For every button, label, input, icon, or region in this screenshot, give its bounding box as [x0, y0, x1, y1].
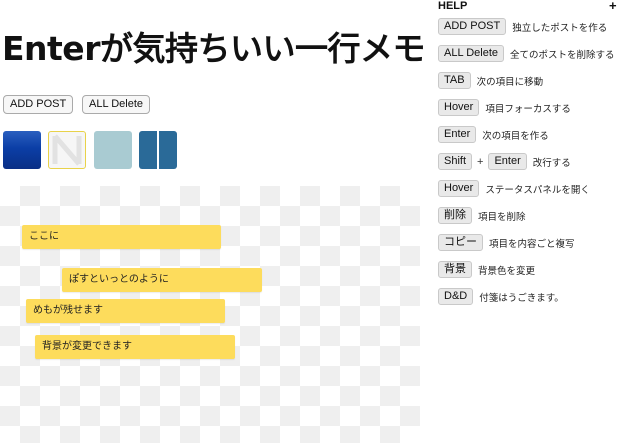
help-key: Enter — [438, 126, 477, 143]
help-desc: 付箋はうごきます。 — [479, 292, 564, 304]
help-key: コピー — [438, 234, 483, 251]
help-row: TAB 次の項目に移動 — [438, 70, 544, 89]
help-row: 削除 項目を削除 — [438, 205, 526, 224]
help-desc: 全てのポストを削除する — [510, 49, 615, 61]
background-swatch-transparent[interactable] — [48, 131, 86, 169]
sticky-note[interactable]: 背景が変更できます — [35, 335, 235, 359]
help-row: Hover 項目フォーカスする — [438, 97, 571, 116]
diagonal-stripes-icon — [52, 134, 82, 166]
help-desc: ステータスパネルを開く — [485, 184, 590, 196]
help-key: Hover — [438, 180, 480, 197]
help-key: Hover — [438, 99, 480, 116]
help-key: ALL Delete — [438, 45, 505, 62]
sticky-note[interactable]: めもが残せます — [26, 299, 225, 323]
help-title: HELP — [438, 0, 468, 12]
help-desc: 次の項目に移動 — [476, 76, 544, 88]
help-desc: 項目を削除 — [478, 211, 526, 223]
help-row: コピー 項目を内容ごと複写 — [438, 232, 575, 251]
background-swatch-light-blue[interactable] — [94, 131, 132, 169]
help-row: 背景 背景色を変更 — [438, 259, 536, 278]
help-key: D&D — [438, 288, 474, 305]
background-swatch-dark-blue[interactable] — [139, 131, 177, 169]
page-title: Enterが気持ちいい一行メモ — [2, 29, 425, 68]
help-desc: 項目を内容ごと複写 — [489, 238, 575, 250]
sticky-note[interactable]: ぽすといっとのように — [62, 268, 262, 292]
help-key: Enter — [488, 153, 527, 170]
help-row: Enter 次の項目を作る — [438, 124, 549, 143]
help-desc: 独立したポストを作る — [512, 22, 608, 34]
help-desc: 改行する — [532, 157, 571, 169]
help-key: 削除 — [438, 207, 472, 224]
help-key: ADD POST — [438, 18, 507, 35]
help-toggle-icon[interactable]: + — [609, 0, 617, 13]
help-desc: 次の項目を作る — [482, 130, 549, 142]
help-desc: 背景色を変更 — [478, 265, 536, 277]
all-delete-button[interactable]: ALL Delete — [82, 95, 151, 114]
help-row: D&D 付箋はうごきます。 — [438, 286, 564, 305]
background-swatch-blue[interactable] — [3, 131, 41, 169]
help-row: Shift + Enter 改行する — [438, 151, 571, 170]
help-row: ALL Delete 全てのポストを削除する — [438, 43, 615, 62]
help-key: Shift — [438, 153, 473, 170]
add-post-button[interactable]: ADD POST — [3, 95, 74, 114]
help-row: ADD POST 独立したポストを作る — [438, 16, 608, 35]
plus-separator: + — [477, 155, 484, 168]
help-row: Hover ステータスパネルを開く — [438, 178, 590, 197]
sticky-note[interactable]: ここに — [22, 225, 221, 249]
help-key: TAB — [438, 72, 471, 89]
help-desc: 項目フォーカスする — [485, 103, 571, 115]
help-key: 背景 — [438, 261, 472, 278]
